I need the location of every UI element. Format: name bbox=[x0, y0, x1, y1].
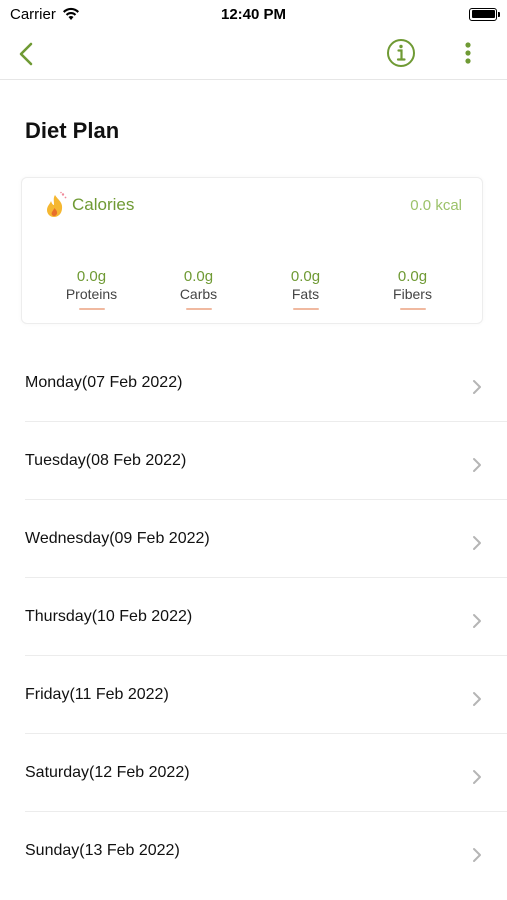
macro-value: 0.0g bbox=[397, 268, 428, 285]
macro-fats: 0.0g Fats bbox=[261, 268, 351, 310]
nutrition-summary-card: Calories 0.0 kcal 0.0g Proteins 0.0g Car… bbox=[21, 177, 483, 324]
macro-underline bbox=[78, 308, 105, 310]
battery-level bbox=[471, 10, 495, 18]
day-list: Monday(07 Feb 2022) Tuesday(08 Feb 2022)… bbox=[25, 344, 507, 890]
chevron-right-icon bbox=[473, 536, 481, 550]
macro-label: Fats bbox=[291, 286, 320, 302]
macro-fibers: 0.0g Fibers bbox=[368, 268, 458, 310]
calories-value: 0.0 kcal bbox=[410, 196, 462, 214]
wifi-icon bbox=[62, 7, 79, 20]
screen: Carrier 12:40 PM Diet Plan Calories 0.0 … bbox=[0, 0, 507, 900]
macro-value: 0.0g bbox=[76, 268, 107, 285]
macro-proteins: 0.0g Proteins bbox=[47, 268, 137, 310]
status-time: 12:40 PM bbox=[220, 5, 287, 23]
flame-icon bbox=[47, 191, 67, 217]
day-row-tuesday[interactable]: Tuesday(08 Feb 2022) bbox=[25, 422, 507, 500]
battery-icon bbox=[469, 7, 500, 21]
macro-value: 0.0g bbox=[183, 268, 214, 285]
macro-value: 0.0g bbox=[290, 268, 321, 285]
day-label: Sunday(13 Feb 2022) bbox=[25, 842, 180, 859]
carrier-label: Carrier bbox=[10, 5, 56, 23]
day-row-saturday[interactable]: Saturday(12 Feb 2022) bbox=[25, 734, 507, 812]
macro-underline bbox=[292, 308, 319, 310]
day-label: Friday(11 Feb 2022) bbox=[25, 685, 169, 703]
chevron-right-icon bbox=[473, 692, 481, 706]
macro-underline bbox=[185, 308, 212, 310]
macro-carbs: 0.0g Carbs bbox=[154, 268, 244, 310]
page-title: Diet Plan bbox=[25, 118, 120, 143]
day-row-wednesday[interactable]: Wednesday(09 Feb 2022) bbox=[25, 500, 507, 578]
day-label: Monday(07 Feb 2022) bbox=[25, 373, 183, 391]
chevron-right-icon bbox=[473, 380, 481, 394]
chevron-right-icon bbox=[473, 614, 481, 628]
day-label: Saturday(12 Feb 2022) bbox=[25, 763, 190, 781]
chevron-right-icon bbox=[473, 770, 481, 784]
chevron-right-icon bbox=[473, 848, 481, 862]
status-left: Carrier bbox=[10, 6, 80, 23]
calories-label: Calories bbox=[72, 195, 135, 214]
day-label: Thursday(10 Feb 2022) bbox=[25, 607, 193, 625]
day-row-friday[interactable]: Friday(11 Feb 2022) bbox=[25, 656, 507, 734]
info-circle-icon[interactable] bbox=[386, 38, 416, 68]
day-label: Tuesday(08 Feb 2022) bbox=[25, 451, 187, 469]
nav-bar bbox=[0, 28, 507, 80]
day-row-sunday[interactable]: Sunday(13 Feb 2022) bbox=[25, 812, 507, 890]
day-row-monday[interactable]: Monday(07 Feb 2022) bbox=[25, 344, 507, 422]
macros-row: 0.0g Proteins 0.0g Carbs 0.0g Fats 0.0g … bbox=[22, 268, 482, 310]
status-bar: Carrier 12:40 PM bbox=[0, 0, 507, 28]
macro-label: Carbs bbox=[179, 286, 218, 302]
calories-row: Calories 0.0 kcal bbox=[44, 188, 462, 222]
chevron-left-icon[interactable] bbox=[12, 38, 42, 70]
day-label: Wednesday(09 Feb 2022) bbox=[25, 529, 210, 547]
macro-label: Fibers bbox=[393, 286, 432, 302]
chevron-right-icon bbox=[473, 458, 481, 472]
calories-label-group: Calories bbox=[44, 191, 134, 219]
macro-label: Proteins bbox=[65, 286, 118, 302]
vertical-ellipsis-icon[interactable] bbox=[456, 40, 480, 68]
macro-underline bbox=[399, 308, 426, 310]
day-row-thursday[interactable]: Thursday(10 Feb 2022) bbox=[25, 578, 507, 656]
